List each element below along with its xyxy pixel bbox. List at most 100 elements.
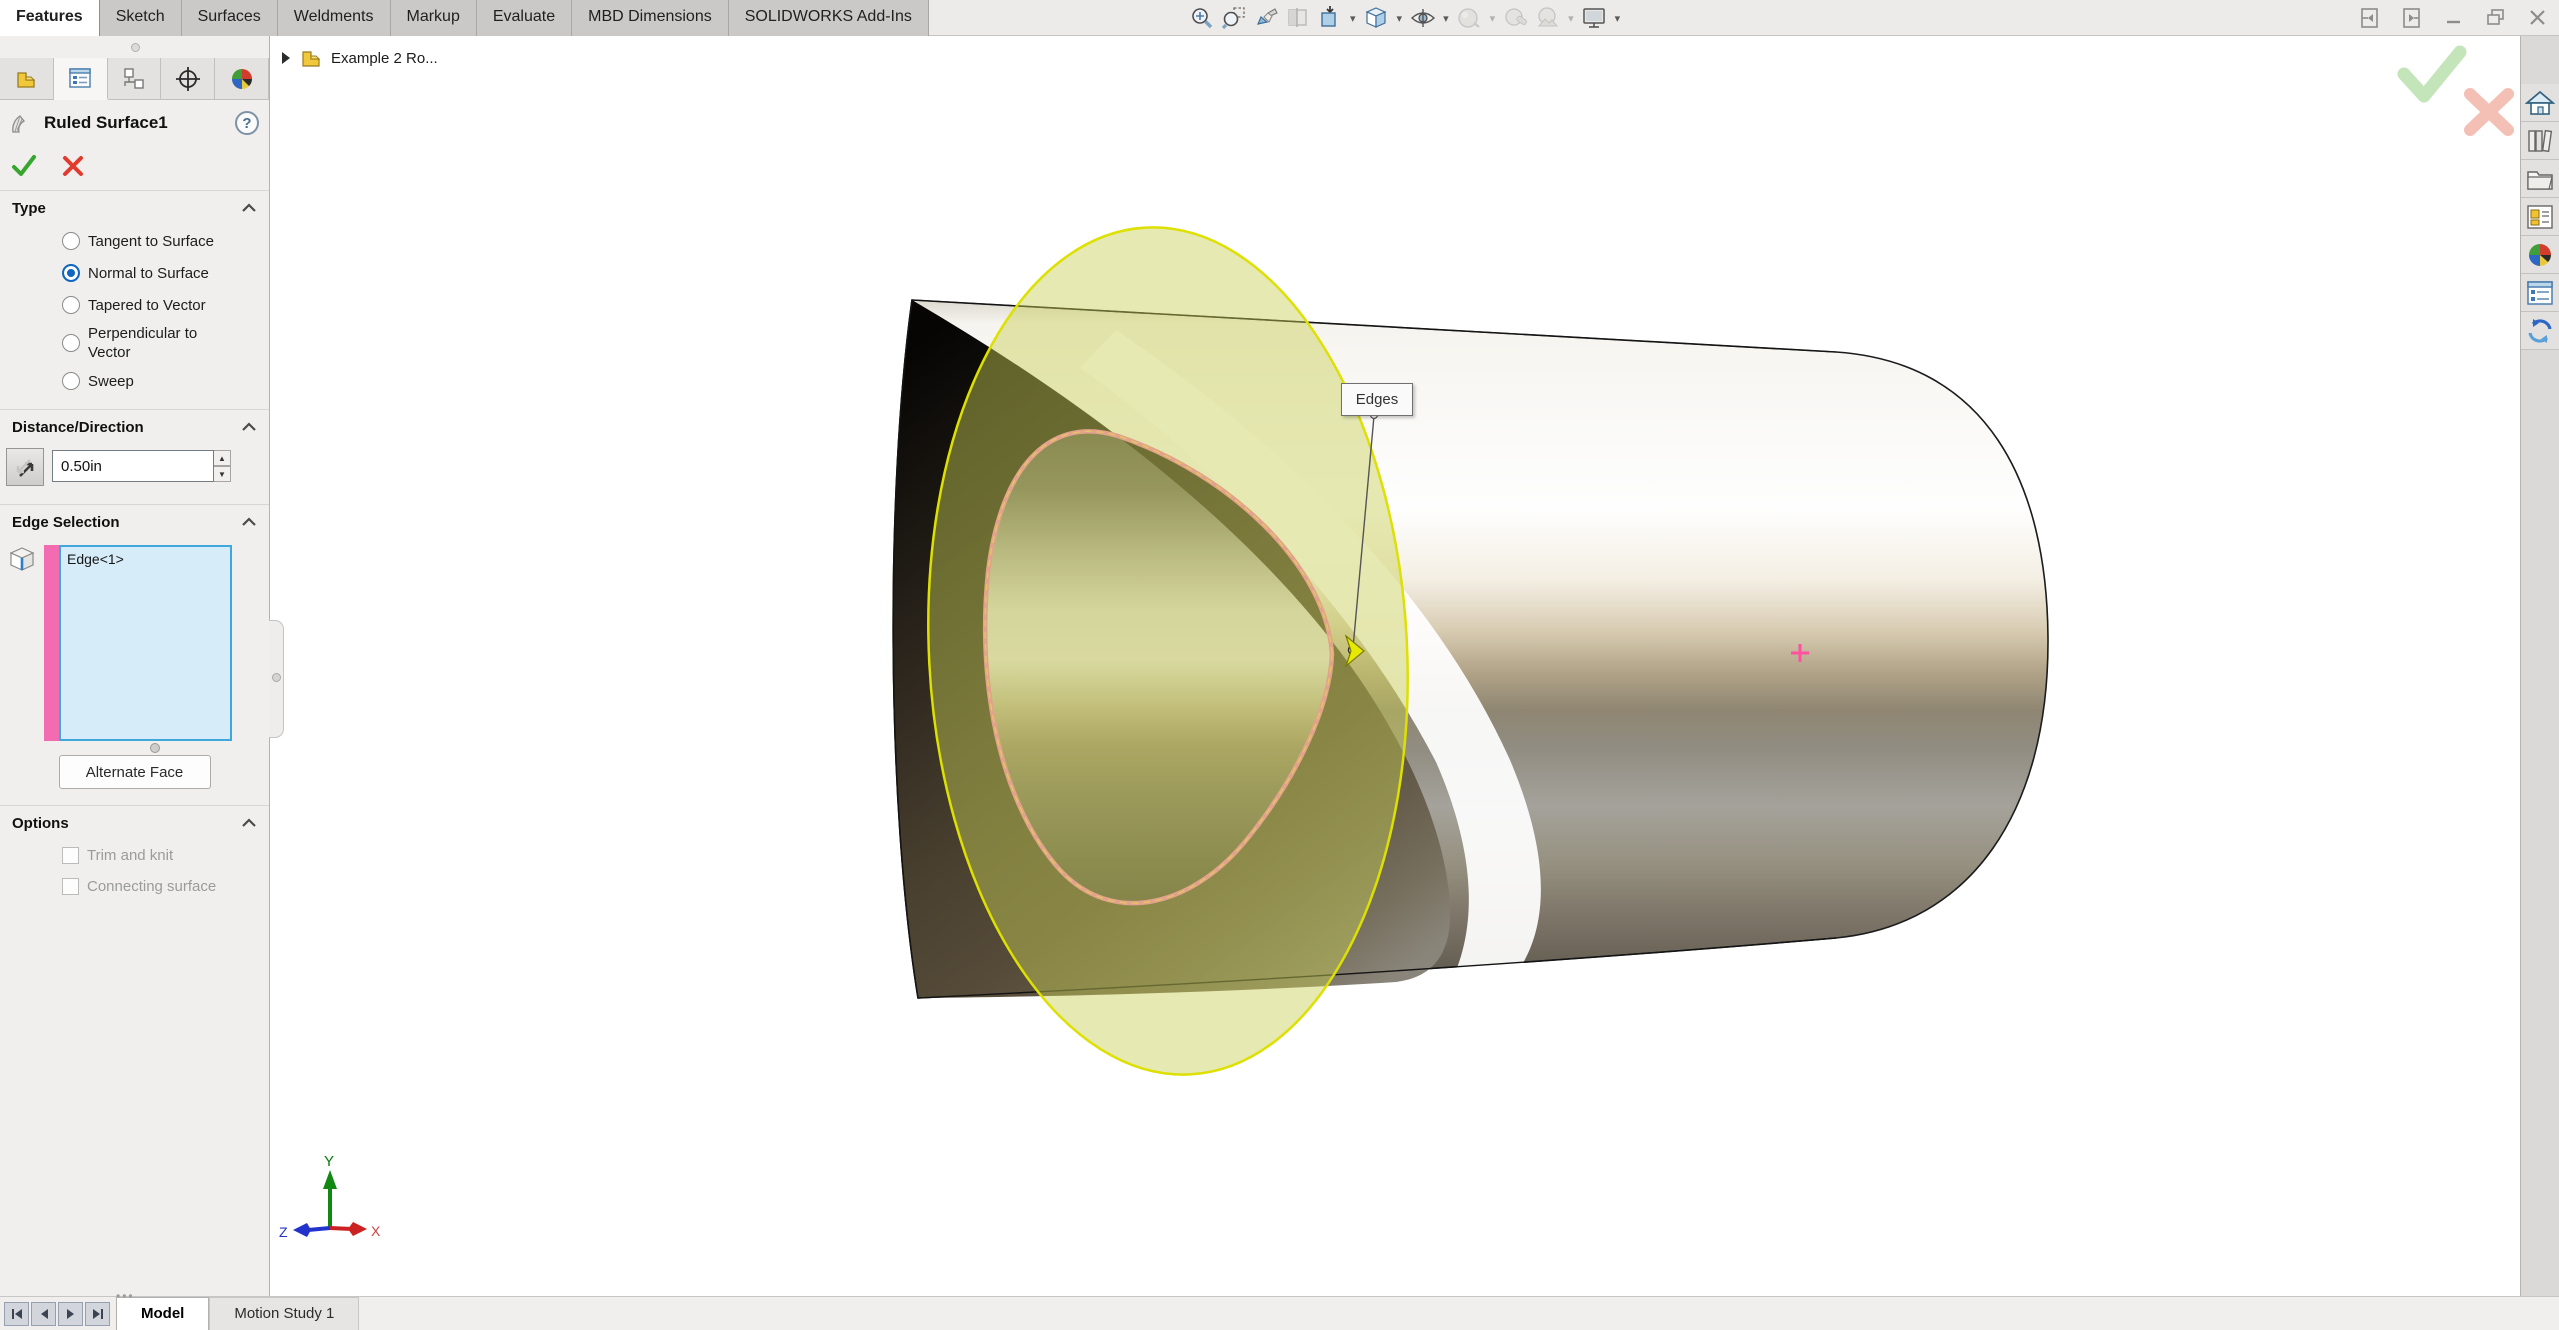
help-button[interactable]: ? [235,111,259,135]
collapse-chevron-icon[interactable] [241,517,257,527]
part-name-label[interactable]: Example 2 Ro... [331,50,438,67]
alternate-face-row: Alternate Face [0,755,269,801]
reference-triad: Y X Z [279,1153,381,1240]
radio-circle[interactable] [62,232,80,250]
display-manager-tab-icon[interactable] [215,58,269,100]
close-icon[interactable] [2527,7,2549,29]
radio-tapered-to-vector[interactable]: Tapered to Vector [0,289,269,321]
radio-circle[interactable] [62,372,80,390]
view-palette-icon[interactable] [2521,198,2559,236]
sync-3dexperience-icon[interactable] [2521,312,2559,350]
collapse-chevron-icon[interactable] [241,203,257,213]
distance-direction-group-header[interactable]: Distance/Direction [0,410,269,444]
options-group-header[interactable]: Options [0,806,269,840]
restore-icon[interactable] [2485,7,2507,29]
spinner-down-icon[interactable]: ▼ [214,466,231,482]
view-settings-icon[interactable] [1581,5,1608,32]
edit-appearance-icon[interactable] [1502,5,1529,32]
normal-to-icon[interactable] [1316,5,1343,32]
display-style-dropdown-icon[interactable]: ▾ [1441,12,1451,25]
confirm-cancel-icon[interactable] [2470,94,2508,130]
view-orientation-icon[interactable] [1363,5,1390,32]
hide-show-dropdown-icon[interactable]: ▾ [1488,12,1498,25]
display-style-icon[interactable] [1409,5,1436,32]
radio-circle[interactable] [62,296,80,314]
section-view-icon[interactable] [1284,5,1311,32]
tab-sketch[interactable]: Sketch [100,0,182,36]
checkbox-trim-and-knit[interactable]: Trim and knit [0,840,269,871]
checkbox-box[interactable] [62,847,79,864]
zoom-to-area-icon[interactable] [1220,5,1247,32]
previous-view-icon[interactable] [1252,5,1279,32]
appearances-scenes-icon[interactable] [2521,236,2559,274]
expand-pane-right-icon[interactable] [2401,7,2423,29]
motion-study-tab[interactable]: Motion Study 1 [209,1297,359,1330]
tab-evaluate[interactable]: Evaluate [477,0,572,36]
tree-expand-arrow-icon[interactable] [281,51,291,65]
triad-x-label: X [371,1223,381,1239]
panel-top-grip[interactable] [0,36,269,58]
radio-perpendicular-to-vector[interactable]: Perpendicular to Vector [0,321,269,365]
solidworks-resources-home-icon[interactable] [2521,84,2559,122]
edge-list-item[interactable]: Edge<1> [67,551,224,567]
splitter-dots[interactable]: ••• [116,1289,135,1303]
tab-mbd-dimensions[interactable]: MBD Dimensions [572,0,729,36]
collapse-pane-left-icon[interactable] [2359,7,2381,29]
apply-scene-dropdown-icon[interactable]: ▾ [1566,12,1576,25]
apply-scene-icon[interactable] [1534,5,1561,32]
grip-dot [272,673,281,682]
dimxpert-manager-tab-icon[interactable] [161,58,215,100]
view-orientation-dropdown-icon[interactable]: ▾ [1395,12,1405,25]
checkbox-box[interactable] [62,878,79,895]
custom-properties-icon[interactable] [2521,274,2559,312]
panel-splitter-handle[interactable] [269,620,284,738]
next-tab-icon[interactable] [58,1302,83,1326]
type-group-header[interactable]: Type [0,191,269,225]
tab-surfaces[interactable]: Surfaces [182,0,278,36]
flyout-feature-tree[interactable]: Example 2 Ro... [281,46,438,70]
document-tab-bar: ••• Model Motion Study 1 [0,1296,2559,1330]
design-library-icon[interactable] [2521,122,2559,160]
edge-list[interactable]: Edge<1> [59,545,232,741]
reverse-direction-button[interactable] [6,448,44,486]
alternate-face-button[interactable]: Alternate Face [59,755,211,789]
confirm-ok-icon[interactable] [2404,52,2460,96]
selection-color-stripe [44,545,59,741]
last-tab-icon[interactable] [85,1302,110,1326]
tab-solidworks-addins[interactable]: SOLIDWORKS Add-Ins [729,0,929,36]
graphics-area[interactable]: Y X Z Example 2 Ro... Edges [271,36,2520,1296]
zoom-to-fit-icon[interactable] [1188,5,1215,32]
edge-selection-group-header[interactable]: Edge Selection [0,505,269,539]
command-manager-tabs: Features Sketch Surfaces Weldments Marku… [0,0,929,36]
cancel-button[interactable] [60,153,86,179]
first-tab-icon[interactable] [4,1302,29,1326]
spinner-up-icon[interactable]: ▲ [214,450,231,466]
view-settings-dropdown-icon[interactable]: ▾ [1613,12,1623,25]
configuration-manager-tab-icon[interactable] [108,58,162,100]
hide-show-items-icon[interactable] [1456,5,1483,32]
model-viewport-canvas[interactable]: Y X Z [271,36,2520,1296]
previous-tab-icon[interactable] [31,1302,56,1326]
checkbox-connecting-surface[interactable]: Connecting surface [0,871,269,902]
minimize-icon[interactable] [2443,7,2465,29]
tab-weldments[interactable]: Weldments [278,0,391,36]
normal-to-dropdown-icon[interactable]: ▾ [1348,12,1358,25]
listbox-resize-grip[interactable] [0,741,269,755]
radio-circle[interactable] [62,334,80,352]
radio-circle-selected[interactable] [62,264,80,282]
file-explorer-icon[interactable] [2521,160,2559,198]
radio-sweep[interactable]: Sweep [0,365,269,397]
collapse-chevron-icon[interactable] [241,422,257,432]
feature-manager-tab-icon[interactable] [0,58,54,100]
grip-dot [150,743,160,753]
radio-normal-to-surface[interactable]: Normal to Surface [0,257,269,289]
property-manager-tab-icon[interactable] [54,58,108,100]
tab-markup[interactable]: Markup [391,0,477,36]
distance-input[interactable] [52,450,214,482]
radio-tangent-to-surface[interactable]: Tangent to Surface [0,225,269,257]
ok-button[interactable] [10,153,38,179]
edge-selection-listbox[interactable]: Edge<1> [44,545,232,741]
tab-features[interactable]: Features [0,0,100,36]
edges-callout[interactable]: Edges [1341,383,1413,416]
collapse-chevron-icon[interactable] [241,818,257,828]
